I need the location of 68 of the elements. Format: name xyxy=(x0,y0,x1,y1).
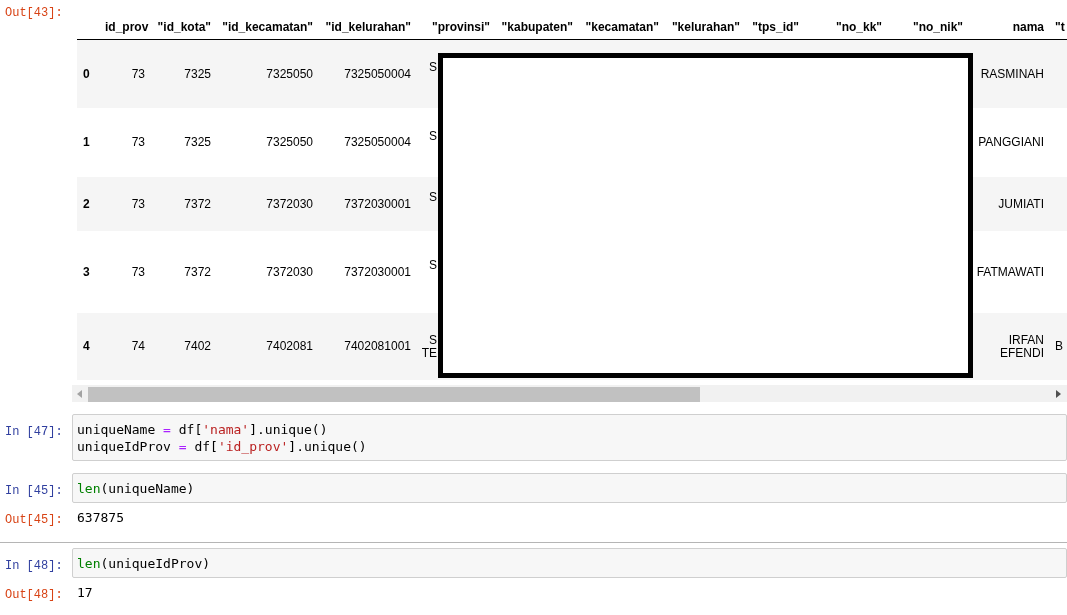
column-header: "provinsi" xyxy=(431,19,490,34)
column-header: nama xyxy=(1012,19,1044,34)
table-value: 7325050004 xyxy=(344,135,411,149)
table-value: PANGGIANI xyxy=(978,135,1044,149)
output-text: 637875 xyxy=(77,509,124,526)
table-value: 7372030001 xyxy=(344,264,411,279)
table-value: JUMIATI xyxy=(998,196,1044,211)
table-value: S xyxy=(429,60,437,74)
scrollbar-track[interactable] xyxy=(72,385,1067,402)
code-line: len(uniqueName) xyxy=(77,480,195,497)
table-value: 73 xyxy=(131,135,145,149)
table-value: 73 xyxy=(131,264,145,279)
table-value: 7325050 xyxy=(266,66,313,81)
table-value: 7402 xyxy=(184,339,211,353)
column-header: "kabupaten" xyxy=(501,19,573,34)
column-header: "tps_id" xyxy=(752,19,799,34)
output-prompt: Out[45]: xyxy=(5,512,63,529)
table-value: 7372030 xyxy=(266,196,313,211)
input-prompt: In [45]: xyxy=(5,483,63,500)
column-header: "no_nik" xyxy=(912,19,963,34)
row-index: 3 xyxy=(83,264,90,279)
table-value: B xyxy=(1055,339,1063,353)
code-input[interactable]: len(uniqueName) xyxy=(72,473,1067,503)
table-value: S xyxy=(429,190,437,204)
column-header: "id_kecamatan" xyxy=(222,19,313,34)
column-header: "id_kota" xyxy=(157,19,211,34)
column-header: "no_kk" xyxy=(835,19,882,34)
column-header: "t xyxy=(1055,19,1065,34)
table-value: 7402081 xyxy=(266,339,313,353)
table-value: 7372030001 xyxy=(344,196,411,211)
table-value: 74 xyxy=(131,339,145,353)
code-line: len(uniqueIdProv) xyxy=(77,555,211,572)
table-value: S xyxy=(429,258,437,272)
column-header: "kelurahan" xyxy=(671,19,740,34)
table-value: S TE xyxy=(421,332,437,360)
output-prompt: Out[43]: xyxy=(5,5,63,22)
input-prompt: In [47]: xyxy=(5,424,63,441)
scrollbar-thumb[interactable] xyxy=(88,387,700,402)
column-header: id_prov xyxy=(105,19,149,34)
code-input[interactable]: len(uniqueIdProv) xyxy=(72,548,1067,578)
row-index: 4 xyxy=(83,339,90,353)
table-value: 7372 xyxy=(184,264,211,279)
row-index: 1 xyxy=(83,135,90,149)
table-value: 7325 xyxy=(184,135,211,149)
scroll-right-icon[interactable] xyxy=(1056,389,1061,398)
table-value: 73 xyxy=(131,196,145,211)
table-value: FATMAWATI xyxy=(976,264,1044,279)
table-value: 7325050 xyxy=(266,135,313,149)
table-value: 7372 xyxy=(184,196,211,211)
table-value: 7325 xyxy=(184,66,211,81)
output-text: 17 xyxy=(77,584,93,601)
row-index: 0 xyxy=(83,66,90,81)
code-line: uniqueName = df['nama'].unique() xyxy=(77,421,328,438)
table-value: RASMINAH xyxy=(980,66,1044,81)
output-prompt: Out[48]: xyxy=(5,587,63,604)
table-value: 73 xyxy=(131,66,145,81)
table-value: 7325050004 xyxy=(344,66,411,81)
row-index: 2 xyxy=(83,196,90,211)
table-value: 7402081001 xyxy=(344,339,411,353)
code-input[interactable]: uniqueName = df['nama'].unique() uniqueIdProv = df['id_prov'].unique() xyxy=(72,414,1067,461)
table-value: 7372030 xyxy=(266,264,313,279)
input-prompt: In [48]: xyxy=(5,558,63,575)
column-header: "id_kelurahan" xyxy=(325,19,411,34)
scroll-left-icon[interactable] xyxy=(77,389,82,398)
table-value: S xyxy=(429,128,437,143)
column-header: "kecamatan" xyxy=(585,19,659,34)
table-value: IRFAN EFENDI xyxy=(1000,332,1044,360)
code-line: uniqueIdProv = df['id_prov'].unique() xyxy=(77,438,367,455)
